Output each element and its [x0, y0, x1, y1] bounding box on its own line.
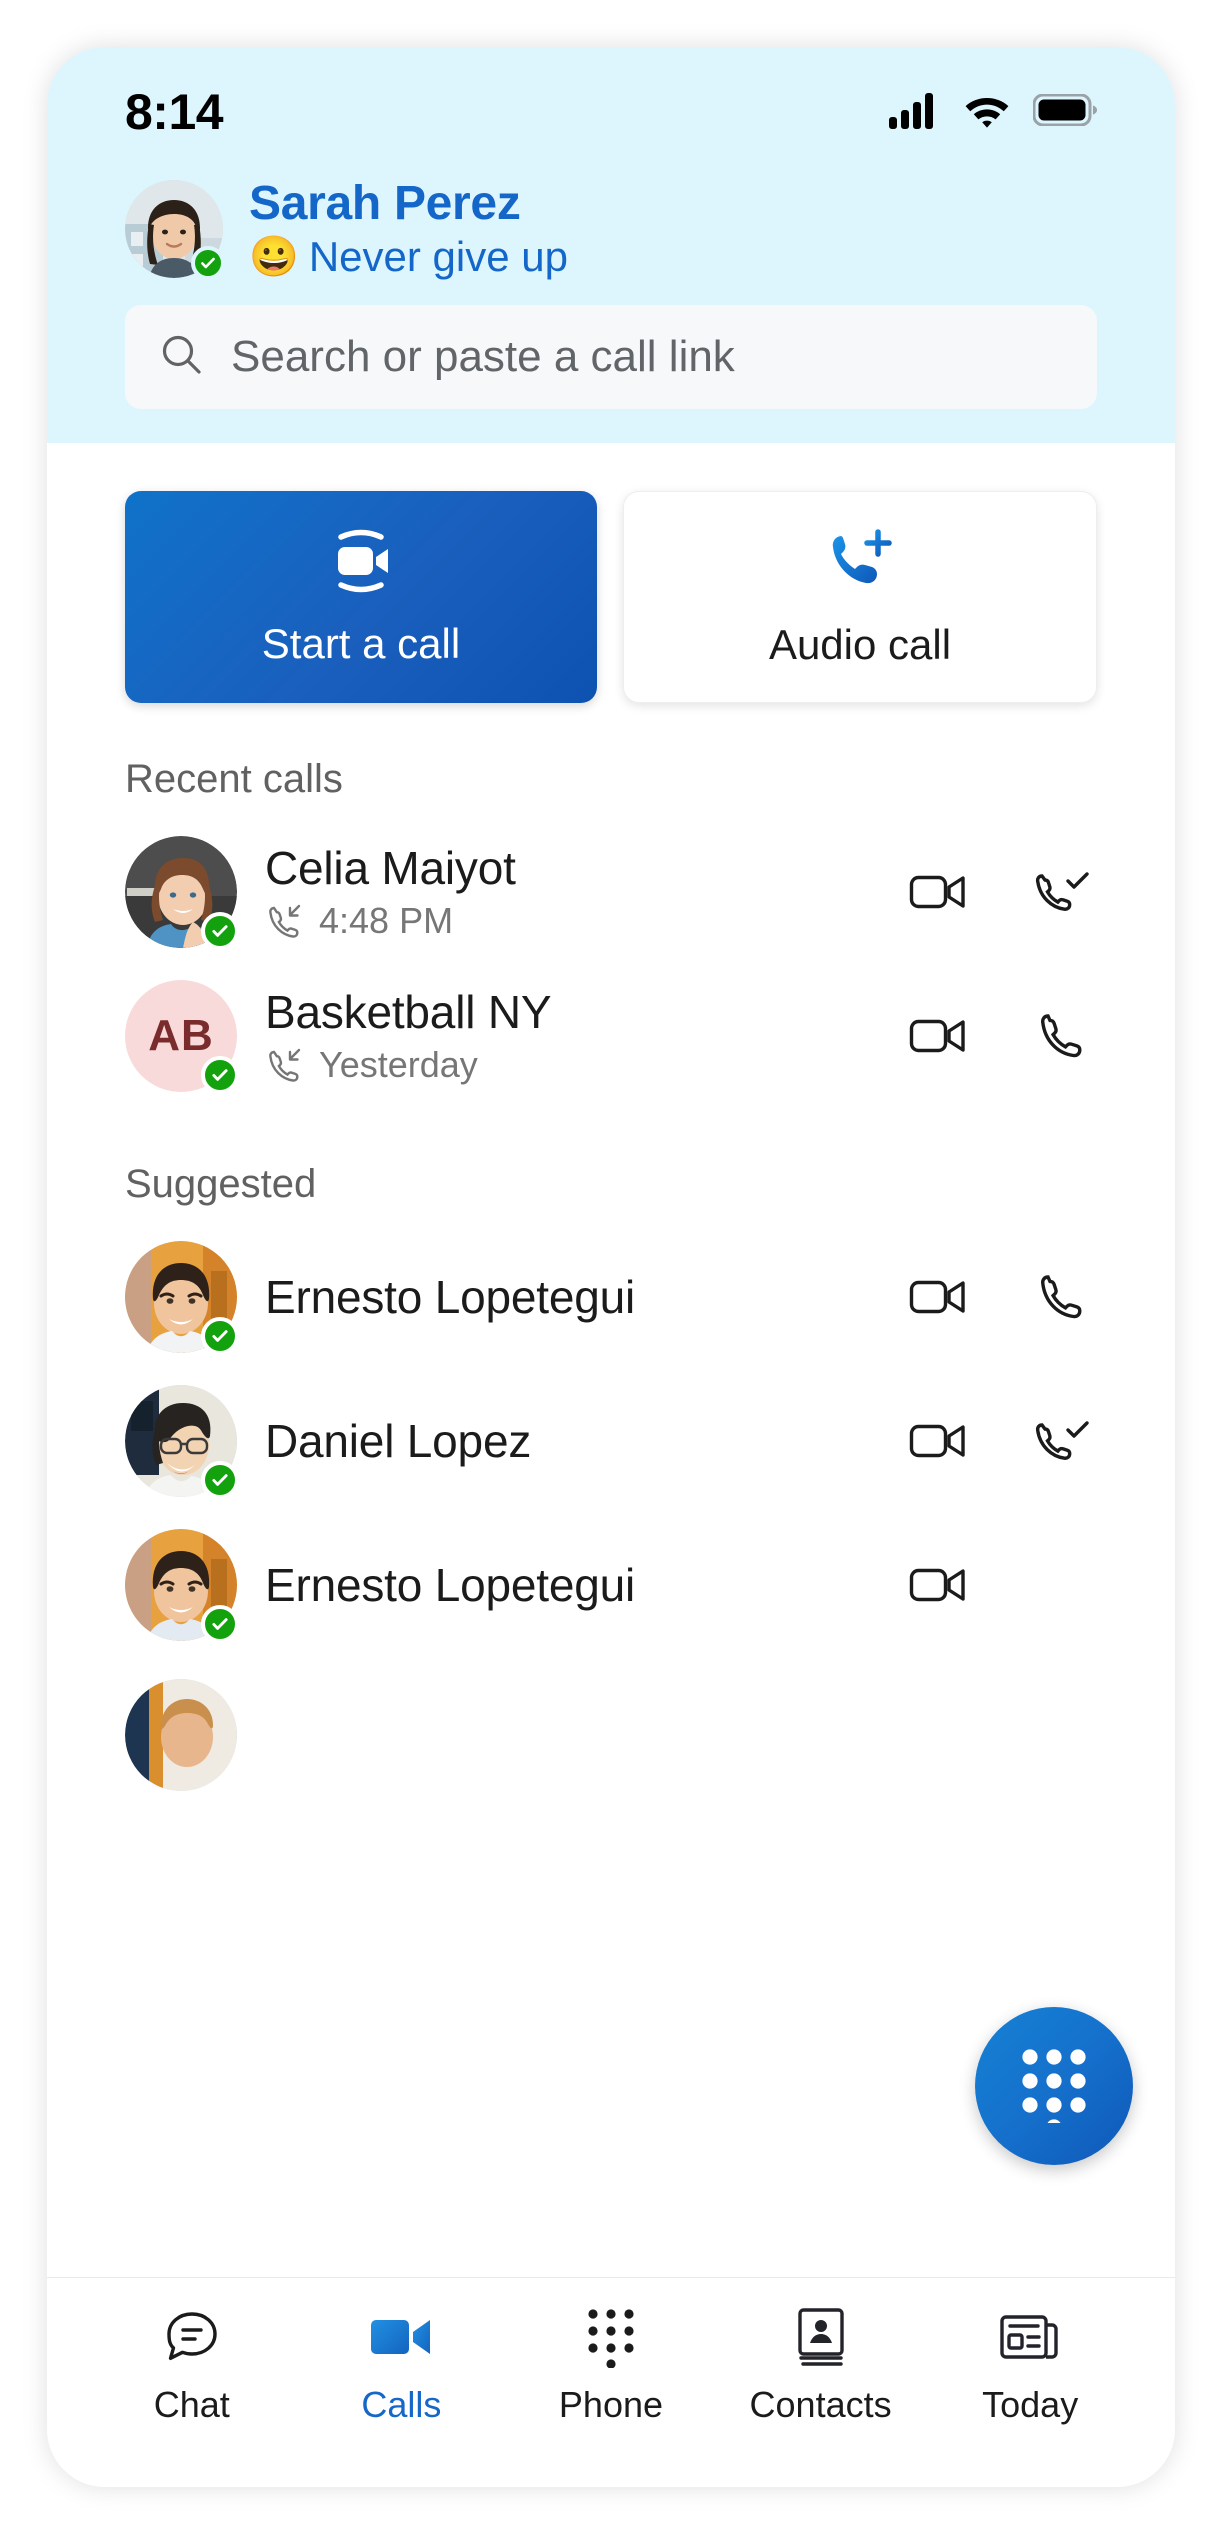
call-incoming-icon: [265, 899, 305, 944]
status-bar-time: 8:14: [125, 84, 224, 140]
avatar: [125, 1385, 239, 1500]
bottom-navigation: Chat Calls Phone Contacts Today: [47, 2277, 1175, 2487]
video-call-icon[interactable]: [903, 1405, 975, 1477]
call-meta: 4:48 PM: [265, 899, 875, 944]
call-time: 4:48 PM: [319, 900, 454, 942]
phone-add-icon: [820, 526, 900, 601]
call-time: Yesterday: [319, 1044, 478, 1086]
nav-item-today[interactable]: Today: [925, 2304, 1135, 2426]
chat-bubble-icon: [161, 2304, 223, 2370]
call-row-daniel-lopez[interactable]: Daniel Lopez: [47, 1369, 1175, 1513]
avatar: AB: [125, 980, 239, 1095]
quick-actions: Start a call Audio call: [47, 443, 1175, 704]
call-meta: Yesterday: [265, 1043, 875, 1088]
call-row-actions: [903, 1261, 1107, 1333]
search-icon: [159, 332, 205, 383]
presence-available-icon: [201, 912, 239, 951]
call-incoming-icon: [265, 1043, 305, 1088]
profile-status[interactable]: 😀 Never give up: [249, 233, 568, 281]
call-row-info: Ernesto Lopetegui: [265, 1270, 875, 1324]
call-row-basketball-ny[interactable]: AB Basketball NY Yesterday: [47, 964, 1175, 1108]
video-call-icon[interactable]: [903, 1549, 975, 1621]
avatar: [125, 836, 239, 951]
call-row-info: Basketball NY Yesterday: [265, 985, 875, 1088]
call-row-ernesto-lopetegui-2[interactable]: Ernesto Lopetegui: [47, 1513, 1175, 1657]
section-title-suggested: Suggested: [125, 1162, 317, 1207]
call-row-actions: [903, 856, 1107, 928]
video-call-icon[interactable]: [903, 1000, 975, 1072]
avatar: [125, 1529, 239, 1644]
profile-text: Sarah Perez 😀 Never give up: [249, 177, 568, 281]
contact-name: Celia Maiyot: [265, 841, 516, 894]
cellular-signal-icon: [889, 91, 941, 134]
avatar: [125, 1679, 237, 1792]
video-call-icon[interactable]: [903, 856, 975, 928]
call-row-actions: [903, 1000, 1107, 1072]
search-placeholder-text: Search or paste a call link: [231, 332, 735, 382]
contact-name: Basketball NY: [265, 985, 552, 1038]
calls-content: Start a call Audio call Recent calls Cel…: [47, 443, 1175, 2277]
newspaper-icon: [998, 2304, 1062, 2370]
call-row-info: Celia Maiyot 4:48 PM: [265, 841, 875, 944]
video-call-icon[interactable]: [903, 1261, 975, 1333]
presence-available-icon: [201, 1461, 239, 1500]
call-row-partial[interactable]: [47, 1657, 1175, 1807]
video-camera-filled-icon: [368, 2304, 434, 2370]
nav-label-phone: Phone: [558, 2384, 664, 2425]
start-a-call-button[interactable]: Start a call: [125, 491, 597, 704]
call-row-celia-maiyot[interactable]: Celia Maiyot 4:48 PM: [47, 820, 1175, 964]
contact-name: Ernesto Lopetegui: [265, 1271, 635, 1324]
call-row-info: Daniel Lopez: [265, 1414, 875, 1468]
nav-label-contacts: Contacts: [749, 2384, 892, 2425]
dialpad-fab-button[interactable]: [975, 2007, 1133, 2165]
wifi-icon: [963, 92, 1011, 133]
nav-item-calls[interactable]: Calls: [297, 2304, 507, 2426]
nav-item-chat[interactable]: Chat: [87, 2304, 297, 2426]
phone-checkmark-icon[interactable]: [1027, 1405, 1099, 1477]
battery-icon: [1032, 93, 1097, 131]
status-bar: 8:14: [47, 47, 1175, 155]
nav-label-chat: Chat: [153, 2384, 230, 2425]
dialpad-icon: [583, 2304, 639, 2370]
presence-available-icon: [201, 1056, 239, 1095]
profile-name: Sarah Perez: [249, 177, 521, 230]
call-row-actions: [903, 1405, 1107, 1477]
contact-book-icon: [793, 2304, 849, 2370]
phone-frame: 8:14 Sarah Perez 😀 Never give up Search …: [47, 47, 1175, 2487]
status-bar-icons: [889, 91, 1097, 134]
call-row-actions: [903, 1549, 1107, 1621]
contact-name: Daniel Lopez: [265, 1415, 532, 1468]
nav-item-phone[interactable]: Phone: [506, 2304, 716, 2426]
start-a-call-label: Start a call: [261, 619, 461, 667]
search-input[interactable]: Search or paste a call link: [125, 305, 1097, 410]
video-camera-icon: [322, 527, 400, 600]
avatar: [125, 1241, 239, 1356]
presence-available-icon: [201, 1317, 239, 1356]
presence-available-icon: [201, 1605, 239, 1644]
app-header: 8:14 Sarah Perez 😀 Never give up Search …: [47, 47, 1175, 444]
nav-label-today: Today: [982, 2384, 1079, 2425]
audio-call-button[interactable]: Audio call: [623, 491, 1097, 704]
nav-label-calls: Calls: [361, 2384, 442, 2425]
call-row-info: Ernesto Lopetegui: [265, 1558, 875, 1612]
phone-checkmark-icon[interactable]: [1027, 856, 1099, 928]
phone-icon[interactable]: [1027, 1000, 1099, 1072]
dialpad-icon: [1016, 2045, 1092, 2135]
avatar[interactable]: [125, 180, 225, 281]
profile-status-text: Never give up: [308, 232, 568, 280]
call-row-ernesto-lopetegui-1[interactable]: Ernesto Lopetegui: [47, 1225, 1175, 1369]
audio-call-label: Audio call: [768, 620, 952, 668]
profile-row[interactable]: Sarah Perez 😀 Never give up: [47, 155, 1175, 281]
contact-name: Ernesto Lopetegui: [265, 1559, 635, 1612]
status-emoji-icon: 😀: [249, 234, 299, 279]
search-bar-container: Search or paste a call link: [47, 281, 1175, 443]
presence-available-icon: [191, 246, 225, 281]
nav-item-contacts[interactable]: Contacts: [716, 2304, 926, 2426]
phone-icon[interactable]: [1027, 1261, 1099, 1333]
section-title-recent-calls: Recent calls: [125, 757, 343, 802]
contact-avatar-image: [125, 1679, 237, 1792]
